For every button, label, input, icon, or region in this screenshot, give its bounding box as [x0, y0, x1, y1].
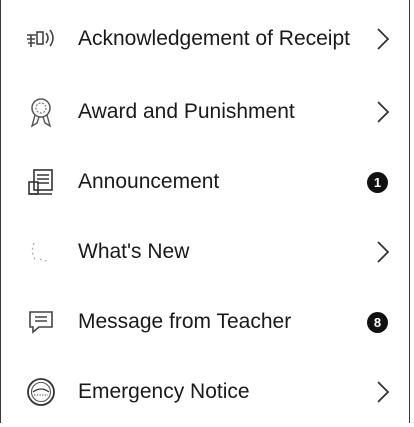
menu-item-label: Announcement — [78, 170, 220, 193]
chevron-right-icon — [377, 381, 390, 403]
menu-item-label: Emergency Notice — [78, 380, 250, 403]
menu-item-label: Award and Punishment — [78, 100, 295, 123]
unread-count-badge: 8 — [367, 311, 388, 333]
news-icon — [24, 235, 58, 269]
megaphone-icon — [24, 22, 58, 56]
menu-item-announcement[interactable]: Announcement 1 — [0, 147, 410, 217]
notification-menu: Acknowledgement of Receipt Award and Pun… — [0, 0, 410, 427]
notice-board-icon — [24, 165, 58, 199]
menu-item-emergency-notice[interactable]: Emergency Notice — [0, 357, 410, 427]
menu-item-whats-new[interactable]: What's New — [0, 217, 410, 287]
chevron-right-icon — [377, 27, 390, 50]
menu-item-award-punishment[interactable]: Award and Punishment — [0, 77, 410, 147]
chevron-right-icon — [377, 241, 390, 263]
medal-icon — [24, 95, 58, 129]
menu-item-message-teacher[interactable]: Message from Teacher 8 — [0, 287, 410, 357]
menu-item-acknowledgement[interactable]: Acknowledgement of Receipt — [0, 0, 410, 77]
menu-item-label: Message from Teacher — [78, 310, 292, 333]
menu-item-label: Acknowledgement of Receipt — [78, 26, 350, 50]
chevron-right-icon — [377, 101, 390, 123]
unread-count-badge: 1 — [367, 171, 388, 193]
emergency-stamp-icon — [24, 375, 58, 409]
message-icon — [24, 305, 58, 339]
menu-item-label: What's New — [78, 240, 190, 263]
